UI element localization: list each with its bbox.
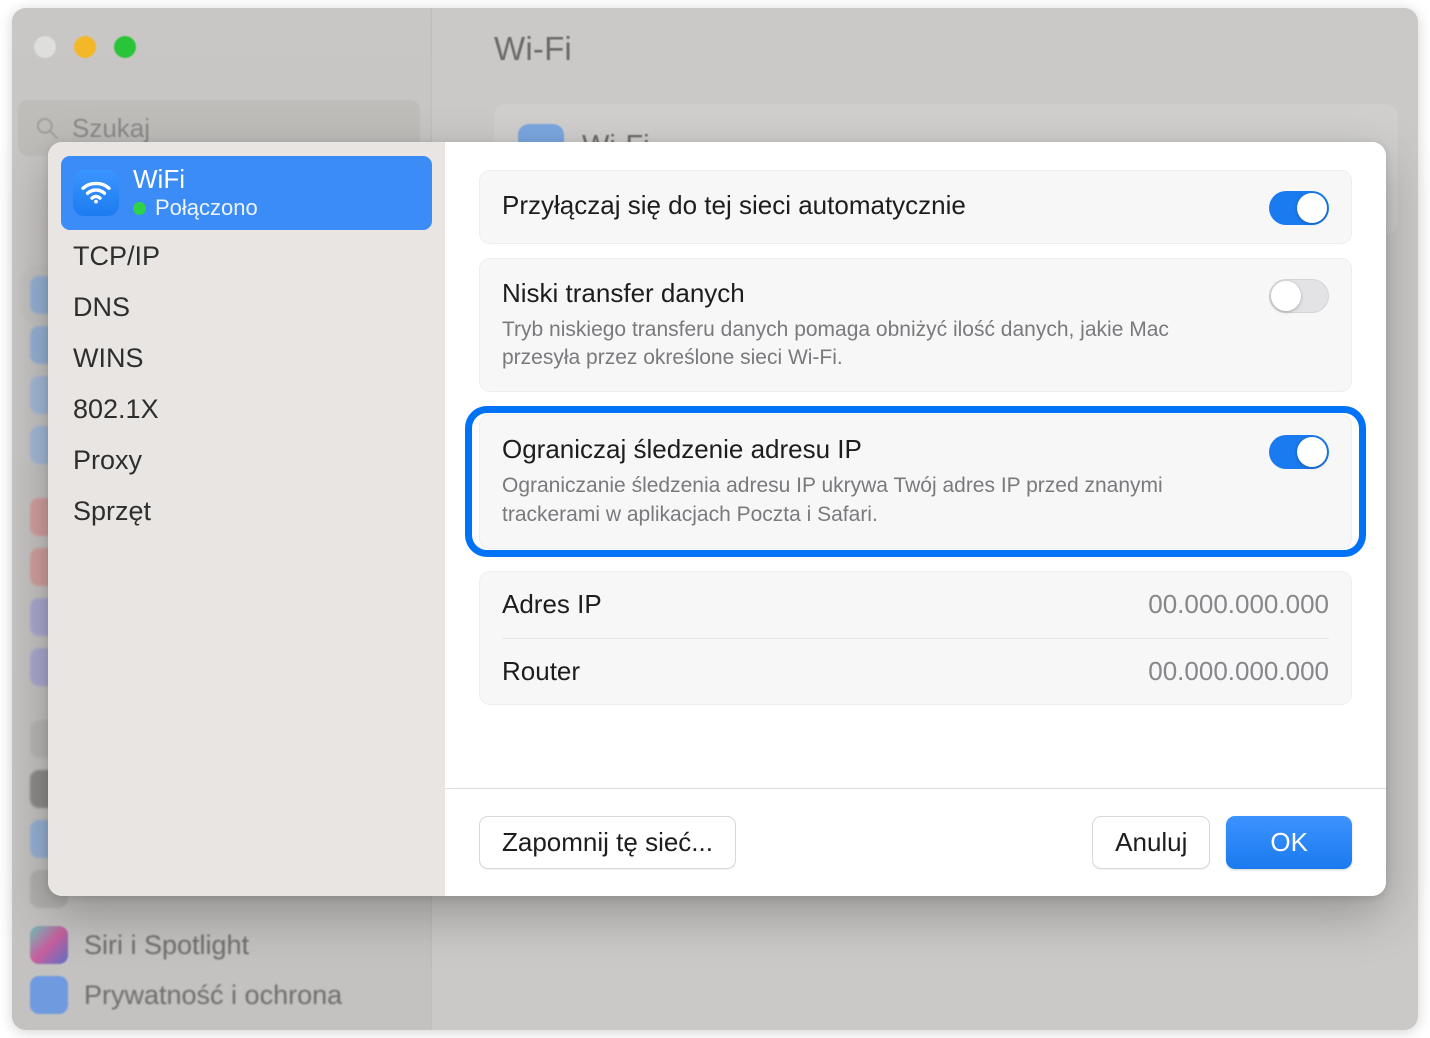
wifi-glyph — [81, 181, 111, 204]
limit-ip-tracking-toggle[interactable] — [1269, 435, 1329, 470]
forget-network-button[interactable]: Zapomnij tę sieć... — [479, 816, 736, 869]
ok-button[interactable]: OK — [1226, 816, 1352, 869]
network-texts: WiFi Połączono — [133, 165, 258, 221]
router-label: Router — [502, 655, 581, 686]
table-row: Adres IP 00.000.000.000 — [502, 572, 1329, 638]
sidebar-item-dns[interactable]: DNS — [61, 282, 432, 332]
wifi-icon — [73, 170, 119, 216]
sidebar-item-proxy[interactable]: Proxy — [61, 435, 432, 485]
setting-texts: Ograniczaj śledzenie adresu IP Ogranicza… — [502, 433, 1251, 529]
sidebar-item-wins[interactable]: WINS — [61, 333, 432, 383]
hand-icon — [30, 976, 68, 1014]
dialog-footer: Zapomnij tę sieć... Anuluj OK — [445, 788, 1386, 896]
router-value: 00.000.000.000 — [1148, 655, 1329, 686]
traffic-light-controls[interactable] — [34, 36, 136, 58]
sidebar-item-8021x[interactable]: 802.1X — [61, 384, 432, 434]
sidebar-item-siri-spotlight[interactable]: Siri i Spotlight — [30, 926, 249, 964]
network-status-label: Połączono — [155, 195, 258, 221]
table-row: Router 00.000.000.000 — [502, 637, 1329, 704]
sidebar-item-wifi-network[interactable]: WiFi Połączono — [61, 156, 432, 230]
sidebar-item-tcpip[interactable]: TCP/IP — [61, 231, 432, 281]
ip-address-value: 00.000.000.000 — [1148, 589, 1329, 620]
auto-join-toggle[interactable] — [1269, 191, 1329, 225]
network-info-card: Adres IP 00.000.000.000 Router 00.000.00… — [479, 570, 1352, 705]
dialog-content: Przyłączaj się do tej sieci automatyczni… — [445, 142, 1386, 896]
setting-title: Przyłączaj się do tej sieci automatyczni… — [502, 190, 966, 220]
sidebar-item-label: Siri i Spotlight — [84, 929, 250, 960]
footer-actions: Anuluj OK — [1092, 816, 1352, 869]
limit-ip-tracking-setting: Ograniczaj śledzenie adresu IP Ogranicza… — [479, 414, 1352, 549]
setting-row: Niski transfer danych Tryb niskiego tran… — [502, 277, 1329, 373]
setting-row: Ograniczaj śledzenie adresu IP Ogranicza… — [502, 433, 1329, 529]
ip-address-label: Adres IP — [502, 589, 602, 620]
search-placeholder: Szukaj — [72, 112, 151, 143]
close-window-button[interactable] — [34, 36, 56, 58]
setting-row: Przyłączaj się do tej sieci automatyczni… — [502, 189, 1329, 225]
status-dot-icon — [133, 202, 146, 216]
setting-texts: Niski transfer danych Tryb niskiego tran… — [502, 277, 1251, 373]
page-title: Wi-Fi — [494, 30, 572, 67]
sidebar-item-label: Prywatność i ochrona — [84, 979, 343, 1010]
network-status: Połączono — [133, 196, 258, 221]
setting-description: Tryb niskiego transferu danych pomaga ob… — [502, 317, 1169, 370]
network-details-dialog: WiFi Połączono TCP/IP DNS WINS 802.1X Pr… — [48, 142, 1386, 896]
cancel-button[interactable]: Anuluj — [1092, 816, 1211, 869]
network-name: WiFi — [133, 164, 185, 195]
maximize-window-button[interactable] — [114, 36, 136, 58]
sidebar-item-privacy-security[interactable]: Prywatność i ochrona — [30, 976, 342, 1014]
setting-texts: Przyłączaj się do tej sieci automatyczni… — [502, 189, 966, 222]
dialog-sidebar: WiFi Połączono TCP/IP DNS WINS 802.1X Pr… — [48, 142, 445, 896]
setting-title: Ograniczaj śledzenie adresu IP — [502, 434, 862, 465]
setting-description: Ograniczanie śledzenia adresu IP ukrywa … — [502, 473, 1163, 526]
low-data-mode-toggle[interactable] — [1269, 279, 1329, 313]
highlight-annotation: Ograniczaj śledzenie adresu IP Ogranicza… — [465, 406, 1366, 556]
low-data-mode-setting: Niski transfer danych Tryb niskiego tran… — [479, 258, 1352, 393]
auto-join-setting: Przyłączaj się do tej sieci automatyczni… — [479, 170, 1352, 244]
search-icon — [36, 117, 58, 139]
sidebar-item-hardware[interactable]: Sprzęt — [61, 486, 432, 536]
setting-title: Niski transfer danych — [502, 278, 745, 308]
minimize-window-button[interactable] — [74, 36, 96, 58]
siri-icon — [30, 926, 68, 964]
